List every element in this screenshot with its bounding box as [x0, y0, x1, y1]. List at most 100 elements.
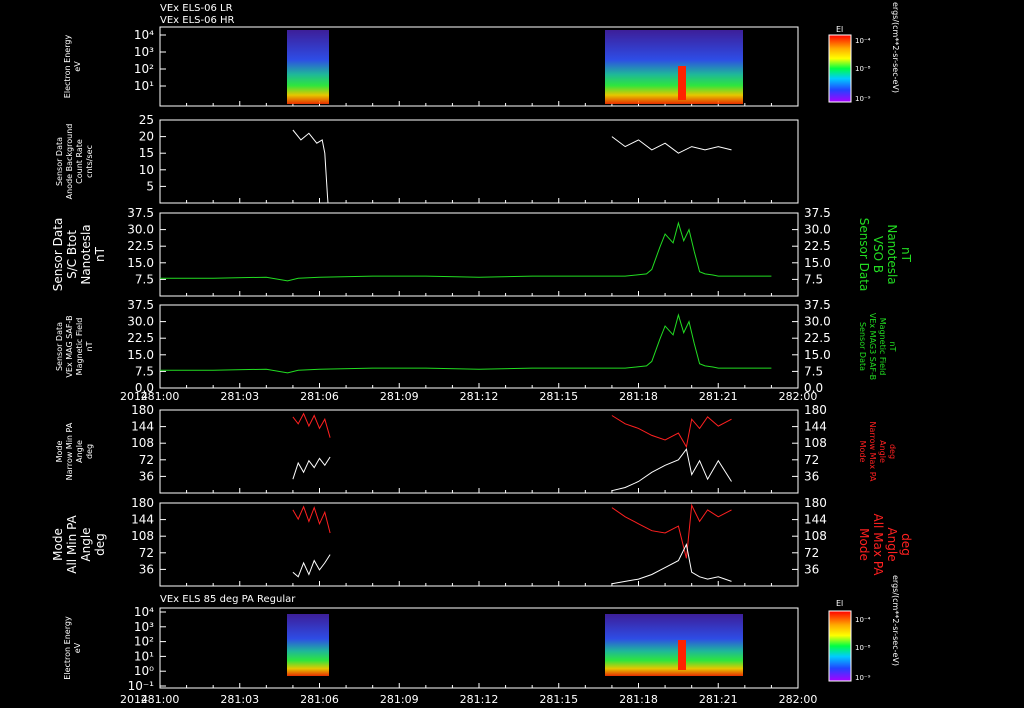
all-pa-ylabel-right-line: deg: [899, 533, 913, 556]
x-axis-tick-label: 281:21: [699, 390, 738, 403]
all-pa-ylabel-right-line: Mode: [857, 528, 871, 561]
spectrogram-bottom-title: VEx ELS 85 deg PA Regular: [160, 594, 296, 605]
header-line2: VEx ELS-06 HR: [160, 15, 235, 26]
all-pa-ylabel-line: Angle: [79, 527, 93, 561]
mag-field-ytick-label-right: 15.0: [804, 348, 831, 362]
all-pa-ytick-label-right: 36: [804, 562, 819, 576]
x-axis-tick-label: 282:00: [779, 693, 818, 706]
btot-frame: [159, 212, 799, 297]
all-pa-ytick-label-right: 144: [804, 513, 827, 527]
mag-field-ylabel-line: Sensor Data: [55, 322, 64, 371]
spectrogram-bottom-blocks: [287, 614, 743, 676]
narrow-pa-ytick-label: 180: [131, 403, 154, 417]
mag-field-ytick-label-right: 37.5: [804, 298, 831, 312]
background-counts-ylabel-line: Anode Background: [65, 124, 74, 200]
narrow-pa-ytick-label: 36: [139, 469, 154, 483]
x-axis-tick-label: 281:18: [619, 693, 658, 706]
background-counts-series-0: [292, 129, 329, 204]
mag-field-ylabel-right-line: VEx MAG3 SAF-B: [868, 313, 877, 380]
background-counts-ylabel-line: cnts/sec: [85, 145, 94, 178]
btot-ylabel-line: Nanotesla: [79, 224, 93, 284]
btot-ytick-label-right: 37.5: [804, 206, 831, 220]
colorbar-bottom-mid: 10⁻⁸: [855, 644, 871, 652]
mag-field-ytick-label-right: 22.5: [804, 331, 831, 345]
narrow-pa-series-2: [611, 415, 732, 449]
btot-ytick-label: 30.0: [127, 223, 154, 237]
background-counts-ylabel-line: Sensor Data: [55, 137, 64, 186]
background-counts-ytick-label: 25: [139, 113, 154, 127]
x-axis-tick-label: 281:15: [539, 390, 578, 403]
narrow-pa-series-1: [292, 456, 331, 480]
colorbar-top-gradient: [828, 34, 852, 103]
all-pa-series-0: [292, 505, 331, 534]
all-pa-ytick-label-right: 108: [804, 529, 827, 543]
narrow-pa-ytick-label-right: 72: [804, 453, 819, 467]
x-axis-tick-label: 281:03: [220, 390, 259, 403]
narrow-pa-ytick-label: 144: [131, 420, 154, 434]
mag-field-ytick-label: 7.5: [135, 364, 154, 378]
colorbar-bottom-title: El: [836, 599, 843, 608]
all-pa-ytick-label: 36: [139, 562, 154, 576]
btot-ytick-label: 15.0: [127, 256, 154, 270]
btot-ytick-label-right: 15.0: [804, 256, 831, 270]
x-axis-tick-label: 281:18: [619, 390, 658, 403]
all-pa-ytick-label: 108: [131, 529, 154, 543]
spectrogram-top-ytick-label: 10¹: [134, 79, 154, 93]
btot-ytick-label: 22.5: [127, 239, 154, 253]
narrow-pa-ylabel-right-line: Angle: [878, 440, 887, 463]
all-pa-frame: [159, 502, 799, 587]
spectrogram-bottom-ytick-label: 10⁴: [134, 605, 154, 619]
spectrogram-top-ytick-label: 10³: [134, 45, 154, 59]
all-pa-ytick-label-right: 180: [804, 496, 827, 510]
background-counts-ytick-label: 15: [139, 146, 154, 160]
spectrogram-top-ytick-label: 10²: [134, 62, 154, 76]
colorbar-top-title: El: [836, 25, 843, 34]
colorbar-bottom-min: 10⁻⁹: [855, 674, 871, 682]
x-axis-tick-label: 281:09: [380, 693, 419, 706]
mag-field-ylabel-right-line: Sensor Data: [858, 322, 867, 371]
x-axis-tick-label: 281:12: [460, 390, 499, 403]
mag-field-ylabel-line: nT: [85, 341, 94, 351]
x-axis-tick-label: 281:09: [380, 390, 419, 403]
spectrogram-top-ylabel-line: Electron Energy: [63, 35, 72, 99]
spectrogram-bottom-ylabel-line: Electron Energy: [63, 616, 72, 680]
narrow-pa-ytick-label-right: 108: [804, 436, 827, 450]
x-axis-tick-label: 282:00: [779, 390, 818, 403]
spectrogram-top-ylabel-line: eV: [73, 61, 82, 72]
spectrogram-top-block-2: [605, 30, 743, 104]
all-pa-ytick-label-right: 72: [804, 546, 819, 560]
btot-ylabel-right-line: VSO B: [871, 236, 885, 273]
all-pa-series-3: [611, 542, 732, 585]
all-pa-ytick-label: 180: [131, 496, 154, 510]
btot-ytick-label: 7.5: [135, 272, 154, 286]
mag-field-ylabel-line: Magnetic Field: [75, 318, 84, 376]
mag-field-ytick-label-right: 7.5: [804, 364, 823, 378]
all-pa-series-2: [611, 503, 732, 559]
mag-field-frame: [159, 304, 799, 389]
colorbar-bottom: El 10⁻⁴ 10⁻⁸ 10⁻⁹ ergs/(cm**2-sr-sec-eV): [828, 575, 900, 682]
data-traces: [160, 129, 772, 585]
x-axis-tick-label: 281:00: [141, 693, 180, 706]
narrow-pa-ylabel-line: deg: [85, 444, 94, 459]
narrow-pa-ytick-label-right: 180: [804, 403, 827, 417]
x-axis-tick-label: 281:00: [141, 390, 180, 403]
narrow-pa-series-3: [611, 448, 732, 492]
narrow-pa-ytick-label-right: 36: [804, 469, 819, 483]
spectrogram-bottom-ytick-label: 10⁻¹: [128, 679, 155, 693]
btot-ylabel-right-line: Nanotesla: [885, 224, 899, 284]
btot-ytick-label-right: 7.5: [804, 272, 823, 286]
narrow-pa-series-0: [292, 412, 331, 438]
colorbar-top: El 10⁻⁴ 10⁻⁸ 10⁻⁹ ergs/(cm**2-sr-sec-eV): [828, 2, 900, 103]
narrow-pa-ytick-label: 72: [139, 453, 154, 467]
btot-ylabel-right-line: nT: [899, 247, 913, 263]
btot-ytick-label: 37.5: [127, 206, 154, 220]
narrow-pa-ylabel-right-line: Narrow Max PA: [868, 422, 877, 483]
all-pa-ylabel-right-line: All Max PA: [871, 514, 885, 577]
x-axis-tick-label: 281:12: [460, 693, 499, 706]
spectrogram-bottom-ytick-label: 10³: [134, 620, 154, 634]
spectrogram-bottom-ylabel-line: eV: [73, 642, 82, 653]
narrow-pa-ytick-label-right: 144: [804, 420, 827, 434]
spectrogram-top-block-1: [287, 30, 329, 104]
narrow-pa-frame: [159, 409, 799, 494]
background-counts-ytick-label: 20: [139, 130, 154, 144]
